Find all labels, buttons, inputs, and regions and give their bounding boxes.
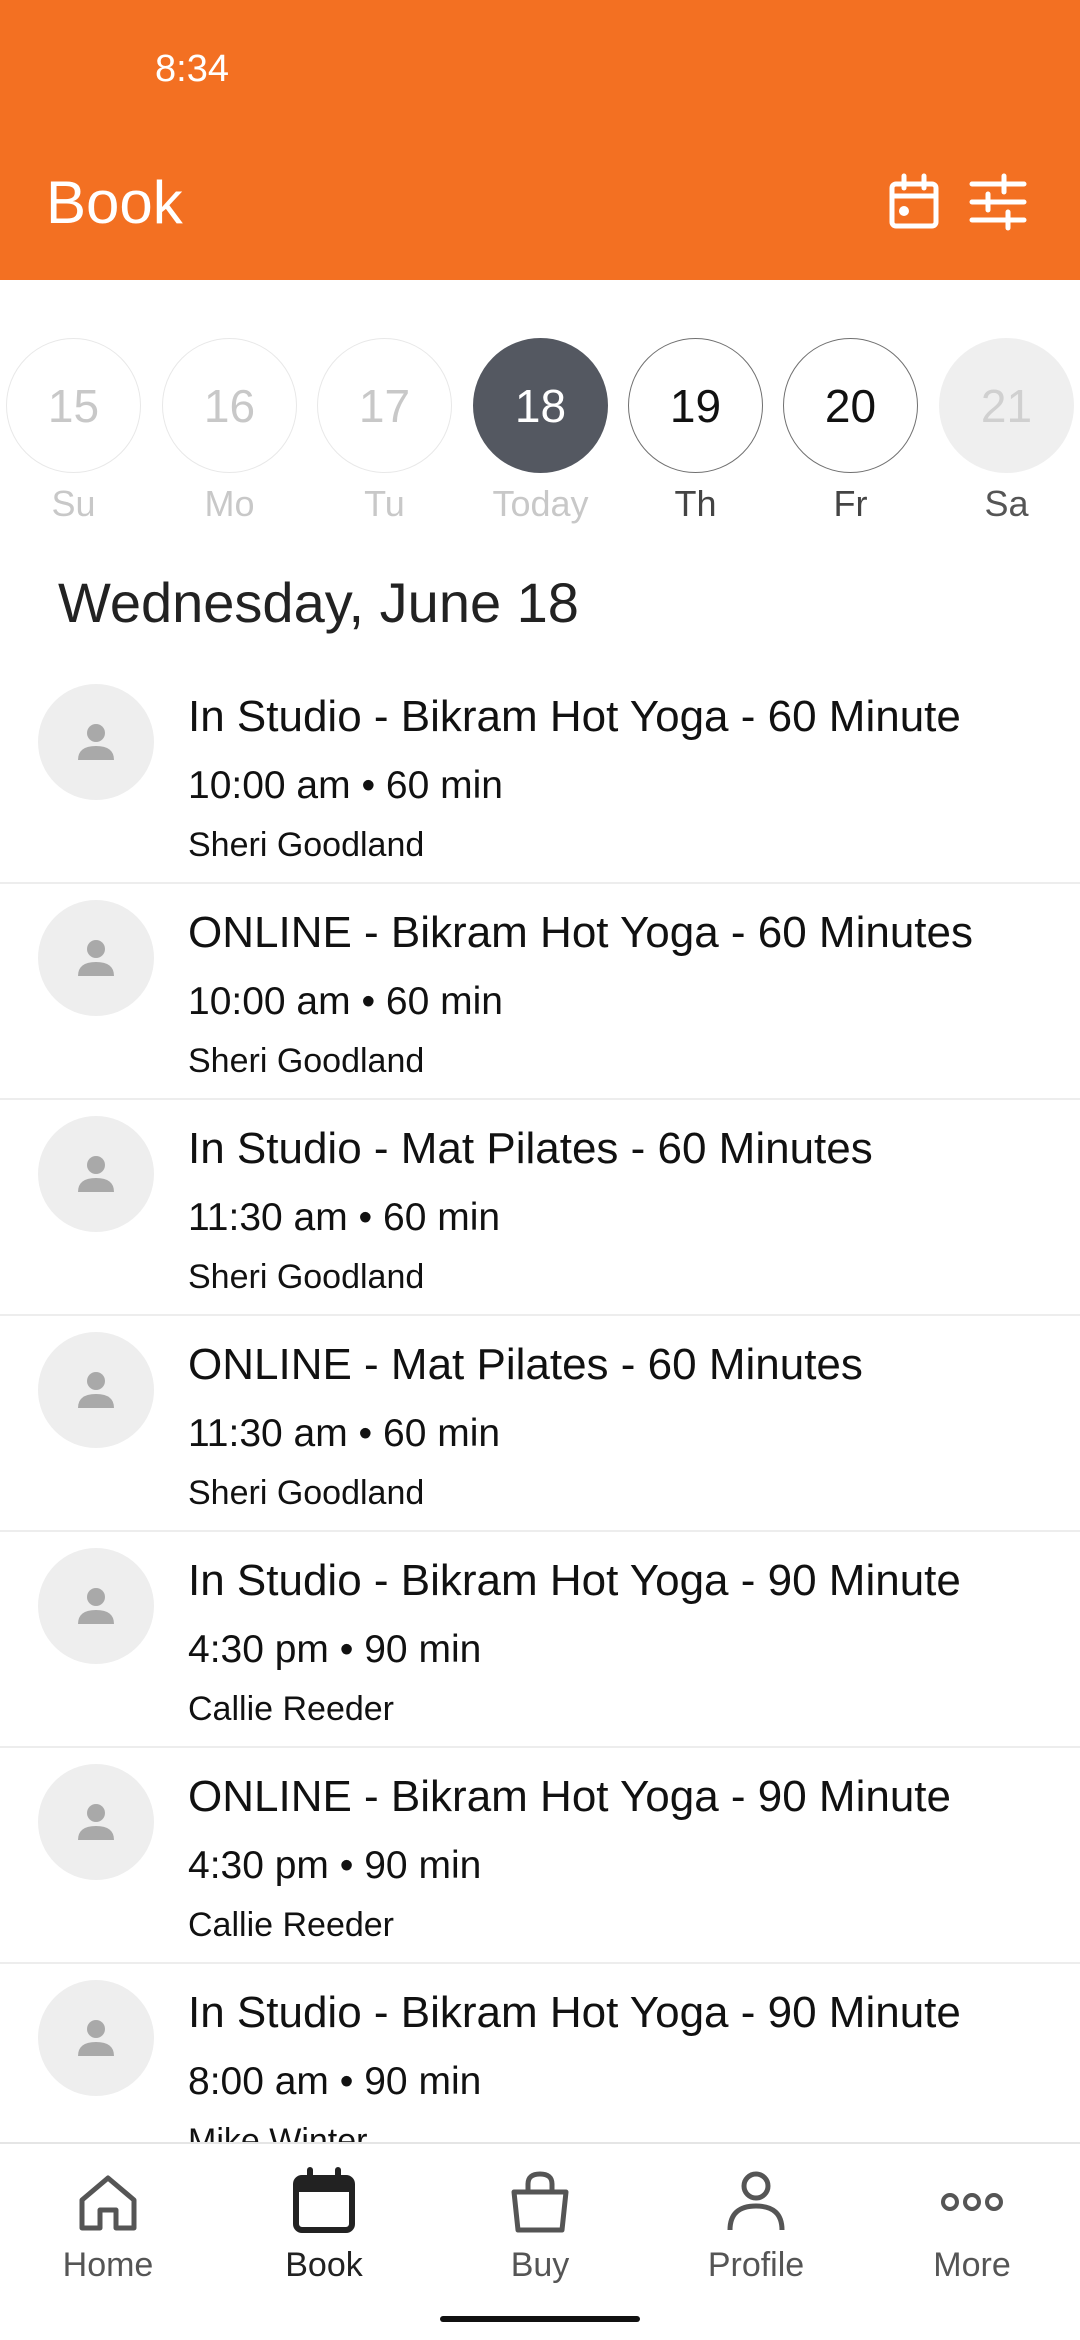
day-number: 17 [317,338,452,473]
avatar [38,684,154,800]
day-number: 20 [783,338,918,473]
nav-home[interactable]: Home [0,2166,216,2285]
class-row[interactable]: In Studio - Bikram Hot Yoga - 90 Minute … [0,1964,1080,2143]
calendar-icon [293,2167,355,2233]
bottom-nav: Home Book Buy Profile More [0,2142,1080,2340]
status-bar-time: 8:34 [155,48,229,90]
day-label: Fr [833,483,868,524]
day-number: 18 [473,338,608,473]
class-name: ONLINE - Bikram Hot Yoga - 90 Minute [188,1772,951,1821]
class-instructor: Sheri Goodland [188,1042,425,1080]
class-list: In Studio - Bikram Hot Yoga - 60 Minute … [0,668,1080,2143]
day-su[interactable]: 15 Su [6,338,141,538]
class-row[interactable]: ONLINE - Bikram Hot Yoga - 90 Minute 4:3… [0,1748,1080,1964]
class-row[interactable]: ONLINE - Bikram Hot Yoga - 60 Minutes 10… [0,884,1080,1100]
home-indicator [440,2316,640,2322]
day-tu[interactable]: 17 Tu [317,338,452,538]
class-time: 8:00 am • 90 min [188,2060,482,2103]
class-instructor: Sheri Goodland [188,1474,425,1512]
person-placeholder-icon [78,1804,114,1840]
person-icon [727,2171,785,2231]
day-mo[interactable]: 16 Mo [162,338,297,538]
day-number: 19 [628,338,763,473]
day-label: Today [492,483,589,524]
day-number: 16 [162,338,297,473]
class-instructor: Callie Reeder [188,1906,394,1944]
class-name: In Studio - Bikram Hot Yoga - 60 Minute [188,692,961,741]
class-time: 4:30 pm • 90 min [188,1844,482,1887]
avatar [38,1332,154,1448]
nav-label: Home [62,2246,154,2284]
person-placeholder-icon [78,2020,114,2056]
class-row[interactable]: In Studio - Bikram Hot Yoga - 60 Minute … [0,668,1080,884]
person-placeholder-icon [78,724,114,760]
day-label: Sa [984,483,1029,524]
avatar [38,900,154,1016]
day-label: Th [674,483,717,524]
home-icon [79,2175,137,2231]
date-strip: 15 Su 16 Mo 17 Tu 18 Today 19 Th 20 Fr 2… [0,338,1080,538]
avatar [38,1548,154,1664]
filter-sliders-icon[interactable] [966,170,1030,234]
nav-label: Book [285,2246,363,2284]
nav-buy[interactable]: Buy [432,2166,648,2285]
avatar [38,1116,154,1232]
day-number: 15 [6,338,141,473]
class-name: In Studio - Bikram Hot Yoga - 90 Minute [188,1556,961,1605]
day-label: Tu [364,483,405,524]
class-name: In Studio - Mat Pilates - 60 Minutes [188,1124,873,1173]
more-dots-icon [941,2193,1003,2211]
class-instructor: Sheri Goodland [188,1258,425,1296]
day-sa[interactable]: 21 Sa [939,338,1074,538]
person-placeholder-icon [78,1372,114,1408]
day-label: Su [51,483,96,524]
day-today[interactable]: 18 Today [473,338,608,538]
class-time: 4:30 pm • 90 min [188,1628,482,1671]
nav-book[interactable]: Book [216,2166,432,2285]
shopping-bag-icon [511,2171,569,2233]
calendar-icon[interactable] [882,170,946,234]
class-instructor: Callie Reeder [188,1690,394,1728]
class-time: 11:30 am • 60 min [188,1196,501,1239]
class-name: ONLINE - Mat Pilates - 60 Minutes [188,1340,863,1389]
nav-profile[interactable]: Profile [648,2166,864,2285]
class-name: In Studio - Bikram Hot Yoga - 90 Minute [188,1988,961,2037]
app-header: 8:34 Book [0,0,1080,280]
day-number: 21 [939,338,1074,473]
person-placeholder-icon [78,1588,114,1624]
avatar [38,1980,154,2096]
class-row[interactable]: In Studio - Bikram Hot Yoga - 90 Minute … [0,1532,1080,1748]
class-name: ONLINE - Bikram Hot Yoga - 60 Minutes [188,908,973,957]
day-label: Mo [204,483,255,524]
class-instructor: Sheri Goodland [188,826,425,864]
class-row[interactable]: ONLINE - Mat Pilates - 60 Minutes 11:30 … [0,1316,1080,1532]
day-fr[interactable]: 20 Fr [783,338,918,538]
class-instructor: Mike Winter [188,2122,368,2143]
nav-more[interactable]: More [864,2166,1080,2285]
page-title: Book [46,169,183,236]
avatar [38,1764,154,1880]
day-th[interactable]: 19 Th [628,338,763,538]
person-placeholder-icon [78,1156,114,1192]
nav-label: Buy [510,2246,570,2284]
nav-label: More [933,2246,1011,2284]
date-heading: Wednesday, June 18 [58,571,579,634]
class-time: 11:30 am • 60 min [188,1412,501,1455]
nav-label: Profile [707,2246,805,2284]
class-time: 10:00 am • 60 min [188,980,503,1023]
class-row[interactable]: In Studio - Mat Pilates - 60 Minutes 11:… [0,1100,1080,1316]
person-placeholder-icon [78,940,114,976]
class-time: 10:00 am • 60 min [188,764,503,807]
